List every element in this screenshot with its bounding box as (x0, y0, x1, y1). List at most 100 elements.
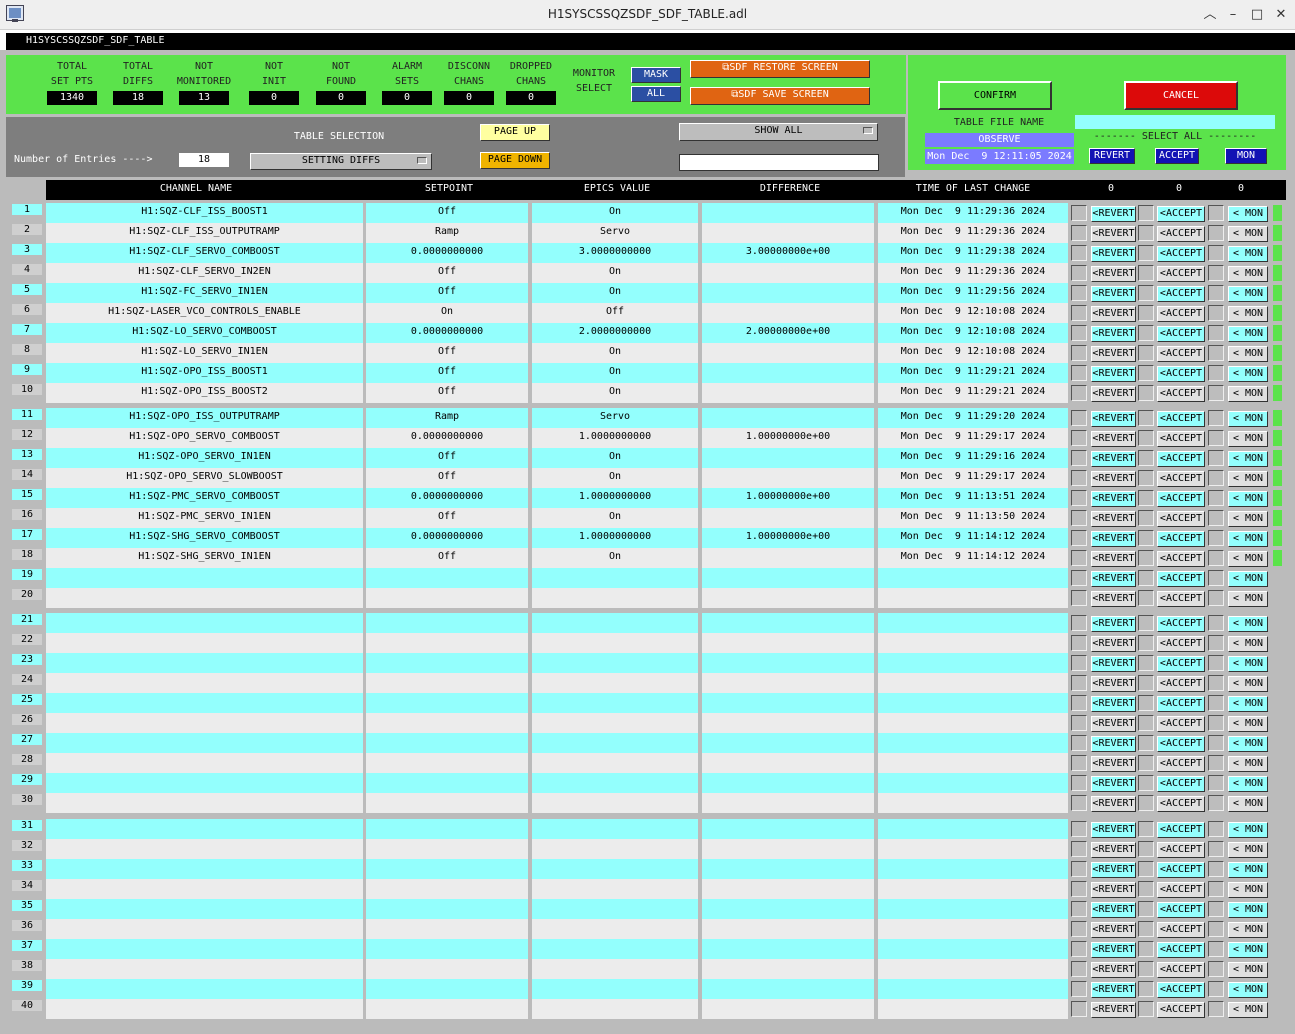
cancel-button[interactable]: CANCEL (1124, 81, 1238, 110)
mon-checkbox[interactable] (1208, 265, 1224, 281)
accept-checkbox[interactable] (1138, 450, 1154, 466)
confirm-button[interactable]: CONFIRM (938, 81, 1052, 110)
accept-checkbox[interactable] (1138, 841, 1154, 857)
mon-checkbox[interactable] (1208, 841, 1224, 857)
revert-checkbox[interactable] (1071, 715, 1087, 731)
mon-button[interactable]: < MON (1228, 616, 1268, 632)
revert-checkbox[interactable] (1071, 981, 1087, 997)
mon-button[interactable]: < MON (1228, 902, 1268, 918)
accept-checkbox[interactable] (1138, 921, 1154, 937)
revert-checkbox[interactable] (1071, 675, 1087, 691)
accept-button[interactable]: <ACCEPT (1157, 511, 1205, 527)
accept-checkbox[interactable] (1138, 715, 1154, 731)
revert-checkbox[interactable] (1071, 225, 1087, 241)
accept-checkbox[interactable] (1138, 695, 1154, 711)
mon-button[interactable]: < MON (1228, 962, 1268, 978)
accept-checkbox[interactable] (1138, 775, 1154, 791)
revert-checkbox[interactable] (1071, 861, 1087, 877)
accept-checkbox[interactable] (1138, 265, 1154, 281)
accept-button[interactable]: <ACCEPT (1157, 882, 1205, 898)
accept-button[interactable]: <ACCEPT (1157, 366, 1205, 382)
chevron-up-icon[interactable]: ︿ (1199, 4, 1221, 26)
mon-button[interactable]: < MON (1228, 206, 1268, 222)
mon-button[interactable]: < MON (1228, 922, 1268, 938)
revert-checkbox[interactable] (1071, 345, 1087, 361)
accept-checkbox[interactable] (1138, 570, 1154, 586)
revert-button[interactable]: <REVERT (1091, 551, 1136, 567)
accept-checkbox[interactable] (1138, 470, 1154, 486)
mon-button[interactable]: < MON (1228, 366, 1268, 382)
mon-checkbox[interactable] (1208, 245, 1224, 261)
accept-button[interactable]: <ACCEPT (1157, 266, 1205, 282)
mon-button[interactable]: < MON (1228, 571, 1268, 587)
mon-checkbox[interactable] (1208, 205, 1224, 221)
accept-checkbox[interactable] (1138, 861, 1154, 877)
mon-button[interactable]: < MON (1228, 696, 1268, 712)
accept-button[interactable]: <ACCEPT (1157, 962, 1205, 978)
revert-button[interactable]: <REVERT (1091, 922, 1136, 938)
mon-button[interactable]: < MON (1228, 531, 1268, 547)
revert-checkbox[interactable] (1071, 695, 1087, 711)
revert-checkbox[interactable] (1071, 510, 1087, 526)
revert-checkbox[interactable] (1071, 365, 1087, 381)
accept-checkbox[interactable] (1138, 285, 1154, 301)
mon-checkbox[interactable] (1208, 225, 1224, 241)
revert-checkbox[interactable] (1071, 245, 1087, 261)
accept-button[interactable]: <ACCEPT (1157, 616, 1205, 632)
mon-button[interactable]: < MON (1228, 1002, 1268, 1018)
mon-checkbox[interactable] (1208, 305, 1224, 321)
mon-button[interactable]: < MON (1228, 982, 1268, 998)
close-icon[interactable]: ✕ (1270, 4, 1292, 26)
accept-button[interactable]: <ACCEPT (1157, 246, 1205, 262)
accept-button[interactable]: <ACCEPT (1157, 306, 1205, 322)
accept-all-button[interactable]: ACCEPT (1155, 148, 1199, 164)
accept-checkbox[interactable] (1138, 530, 1154, 546)
mon-button[interactable]: < MON (1228, 411, 1268, 427)
mon-button[interactable]: < MON (1228, 656, 1268, 672)
mon-checkbox[interactable] (1208, 410, 1224, 426)
revert-all-button[interactable]: REVERT (1089, 148, 1135, 164)
mon-button[interactable]: < MON (1228, 491, 1268, 507)
mon-checkbox[interactable] (1208, 325, 1224, 341)
revert-button[interactable]: <REVERT (1091, 962, 1136, 978)
mon-checkbox[interactable] (1208, 981, 1224, 997)
accept-checkbox[interactable] (1138, 735, 1154, 751)
revert-button[interactable]: <REVERT (1091, 776, 1136, 792)
mon-button[interactable]: < MON (1228, 796, 1268, 812)
page-up-button[interactable]: PAGE UP (480, 124, 550, 141)
accept-checkbox[interactable] (1138, 510, 1154, 526)
accept-button[interactable]: <ACCEPT (1157, 862, 1205, 878)
revert-checkbox[interactable] (1071, 615, 1087, 631)
revert-button[interactable]: <REVERT (1091, 471, 1136, 487)
accept-button[interactable]: <ACCEPT (1157, 411, 1205, 427)
accept-button[interactable]: <ACCEPT (1157, 636, 1205, 652)
revert-checkbox[interactable] (1071, 941, 1087, 957)
revert-button[interactable]: <REVERT (1091, 266, 1136, 282)
revert-checkbox[interactable] (1071, 285, 1087, 301)
accept-checkbox[interactable] (1138, 941, 1154, 957)
revert-button[interactable]: <REVERT (1091, 736, 1136, 752)
revert-checkbox[interactable] (1071, 755, 1087, 771)
mon-checkbox[interactable] (1208, 961, 1224, 977)
mon-checkbox[interactable] (1208, 635, 1224, 651)
accept-button[interactable]: <ACCEPT (1157, 982, 1205, 998)
mon-button[interactable]: < MON (1228, 266, 1268, 282)
accept-checkbox[interactable] (1138, 205, 1154, 221)
accept-button[interactable]: <ACCEPT (1157, 776, 1205, 792)
mon-checkbox[interactable] (1208, 490, 1224, 506)
mon-checkbox[interactable] (1208, 901, 1224, 917)
revert-checkbox[interactable] (1071, 430, 1087, 446)
mask-button[interactable]: MASK (631, 67, 681, 83)
mon-button[interactable]: < MON (1228, 942, 1268, 958)
sdf-restore-screen-button[interactable]: ⧉SDF RESTORE SCREEN (690, 60, 870, 78)
accept-button[interactable]: <ACCEPT (1157, 286, 1205, 302)
revert-button[interactable]: <REVERT (1091, 942, 1136, 958)
revert-button[interactable]: <REVERT (1091, 511, 1136, 527)
revert-checkbox[interactable] (1071, 921, 1087, 937)
mon-checkbox[interactable] (1208, 821, 1224, 837)
revert-button[interactable]: <REVERT (1091, 676, 1136, 692)
accept-button[interactable]: <ACCEPT (1157, 326, 1205, 342)
mon-checkbox[interactable] (1208, 755, 1224, 771)
accept-checkbox[interactable] (1138, 245, 1154, 261)
mon-button[interactable]: < MON (1228, 511, 1268, 527)
